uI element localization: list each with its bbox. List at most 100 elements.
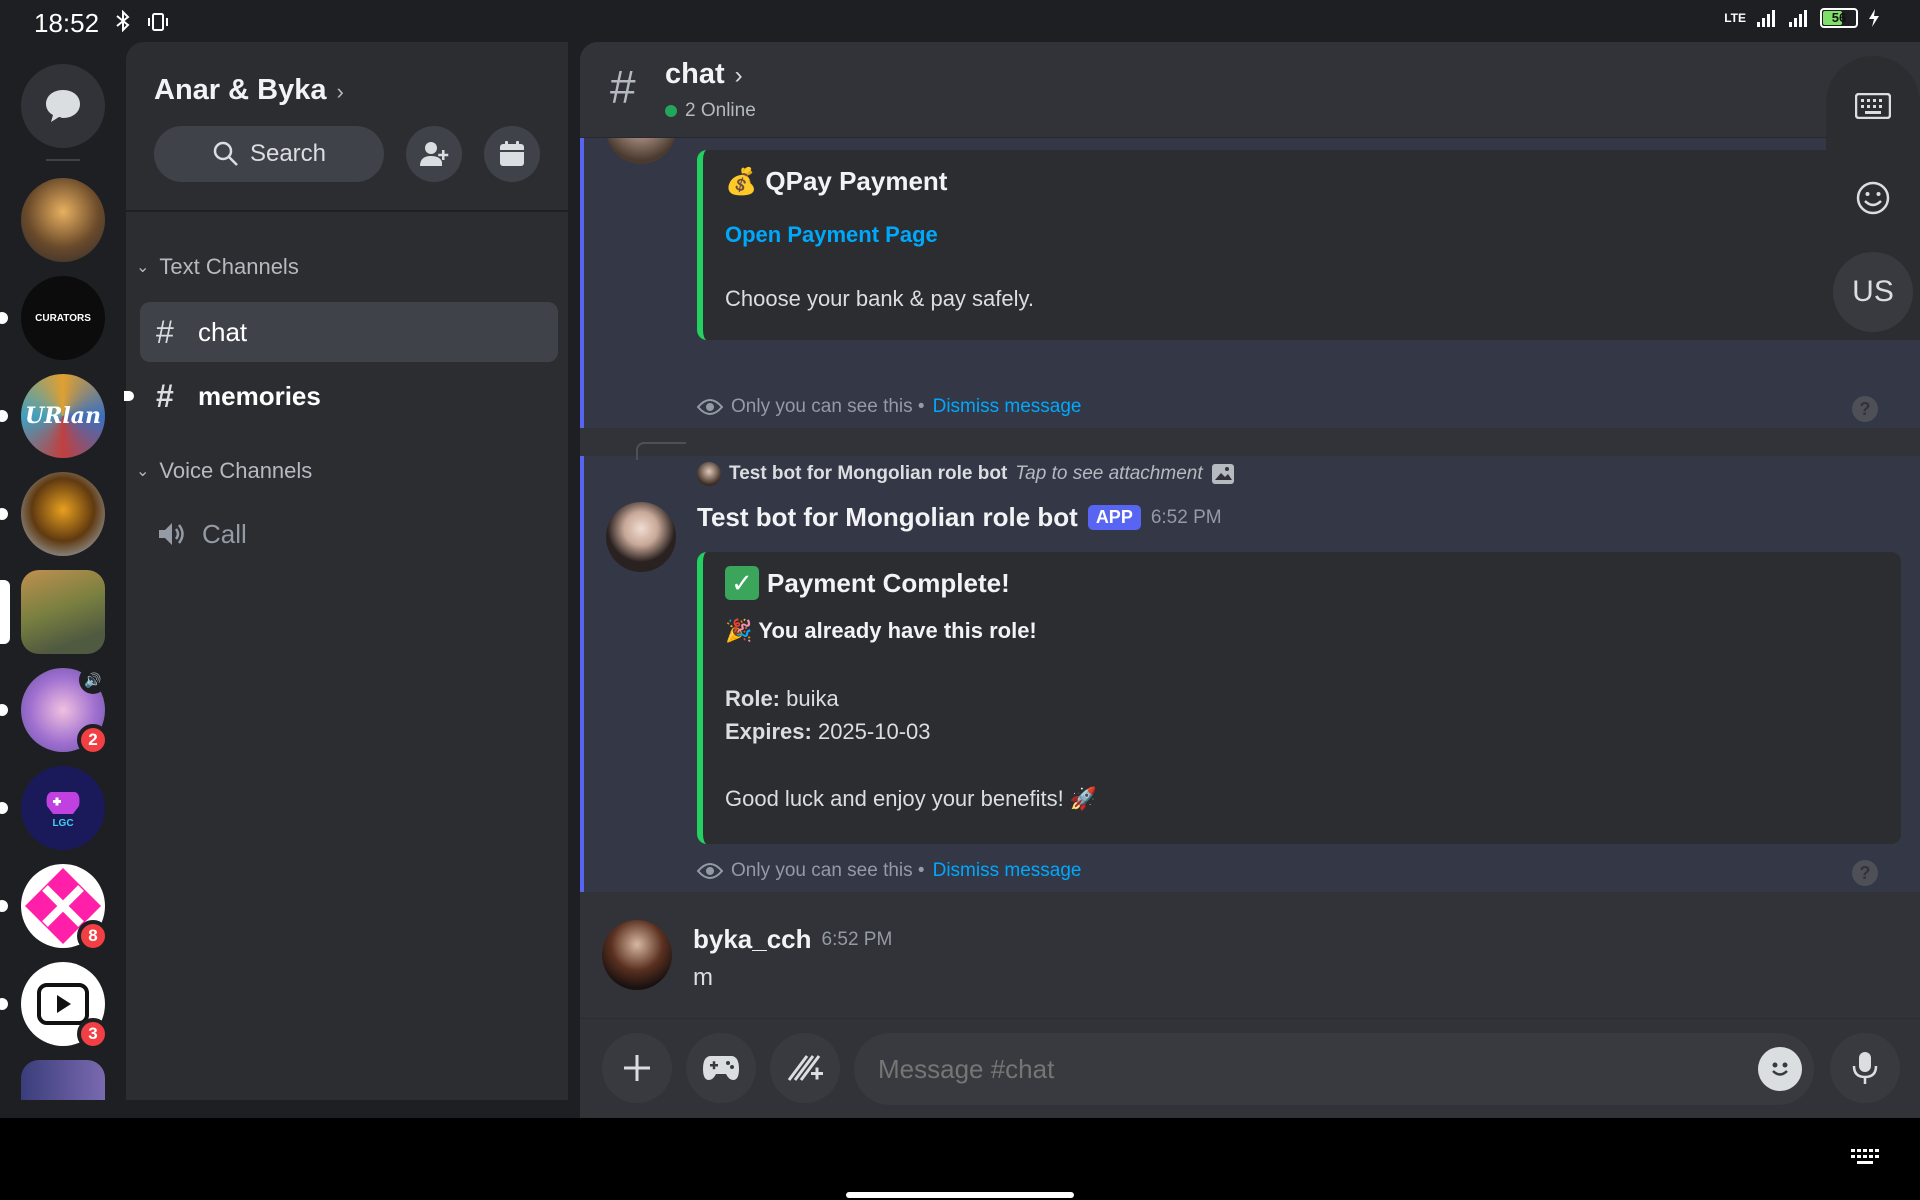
online-count: 2 Online [665, 100, 756, 122]
plus-icon [624, 1055, 650, 1081]
server-anime[interactable]: 🔊 2 [0, 666, 109, 756]
message-text: m [693, 964, 713, 991]
eye-icon [697, 863, 723, 879]
user-avatar[interactable] [602, 920, 672, 990]
mention-badge: 2 [77, 724, 109, 756]
timestamp: 6:52 PM [821, 928, 893, 950]
server-knight[interactable] [0, 472, 105, 556]
reply-avatar [697, 462, 721, 486]
server-pink[interactable]: 8 [0, 864, 109, 952]
category-text-channels[interactable]: ⌄ Text Channels [136, 254, 299, 280]
activities-button[interactable] [686, 1033, 756, 1103]
status-time: 18:52 [34, 8, 100, 38]
message-header: byka_cch 6:52 PM [693, 924, 892, 955]
emoji-button[interactable] [1758, 1047, 1802, 1091]
help-icon[interactable]: ? [1852, 396, 1878, 422]
only-you-notice: Only you can see this • Dismiss message [697, 860, 1081, 882]
charging-icon [1869, 9, 1879, 27]
bot-avatar[interactable] [606, 502, 676, 572]
direct-messages-button[interactable] [21, 64, 105, 148]
sidebar-divider [126, 210, 568, 212]
image-icon [1211, 464, 1234, 484]
chat-header[interactable]: # chat › 2 Online [580, 42, 1920, 138]
server-urlan-label: URlan [24, 403, 102, 429]
language-button[interactable]: US [1833, 252, 1913, 332]
embed-title: ✓ Payment Complete! [725, 566, 1010, 600]
guild-header[interactable]: Anar & Byka › [154, 74, 344, 107]
search-icon [213, 141, 238, 166]
server-lgc[interactable]: LGC [0, 766, 105, 850]
only-you-notice: Only you can see this • Dismiss message [697, 396, 1081, 418]
reply-text: Tap to see attachment [1015, 463, 1203, 484]
status-icons-left [114, 9, 170, 38]
smiley-icon [1772, 1062, 1788, 1076]
signal-icon-2 [1789, 10, 1807, 27]
channel-memories[interactable]: # memories [124, 366, 558, 426]
author-name[interactable]: byka_cch [693, 924, 812, 955]
server-house[interactable] [21, 178, 105, 262]
server-partial[interactable] [21, 1060, 105, 1100]
unread-pill [0, 900, 8, 912]
chevron-right-icon: › [734, 62, 743, 89]
guild-name: Anar & Byka [154, 74, 327, 106]
server-urlan[interactable]: URlan [0, 374, 105, 458]
author-name[interactable]: Test bot for Mongolian role bot [697, 502, 1078, 533]
status-bar: 18:52 LTE 56 [0, 0, 1920, 42]
help-icon[interactable]: ? [1852, 860, 1878, 886]
invite-members-button[interactable] [406, 126, 462, 182]
channel-call[interactable]: Call [140, 504, 558, 564]
category-voice-channels[interactable]: ⌄ Voice Channels [136, 458, 312, 484]
embed-subtitle: 🎉 You already have this role! [725, 618, 1037, 643]
chevron-down-icon: ⌄ [136, 259, 150, 276]
ephemeral-message-payment[interactable]: Test bot for Mongolian role bot Tap to s… [580, 456, 1920, 892]
unread-pill [0, 802, 8, 814]
microphone-icon [1852, 1052, 1878, 1084]
dismiss-message-link[interactable]: Dismiss message [933, 396, 1082, 418]
message-header: Test bot for Mongolian role bot APP 6:52… [697, 502, 1222, 533]
ephemeral-message-qpay[interactable]: 💰 QPay Payment Open Payment Page Choose y… [580, 94, 1920, 428]
timestamp: 6:52 PM [1150, 506, 1222, 528]
keyboard-switch-icon[interactable] [1850, 1148, 1880, 1166]
channel-title[interactable]: chat › [665, 58, 743, 91]
keyboard-icon [1855, 93, 1891, 119]
message-byka[interactable]: byka_cch 6:52 PM m [580, 914, 1920, 1004]
mention-badge: 8 [77, 920, 109, 952]
system-navigation-bar [0, 1118, 1920, 1200]
search-label: Search [249, 140, 327, 167]
rail-separator [46, 159, 80, 161]
channel-label: memories [198, 380, 321, 411]
dismiss-message-link[interactable]: Dismiss message [933, 860, 1082, 882]
hash-icon: # [156, 313, 174, 350]
server-rail: CURATORS URlan 🔊 2 LGC 8 3 [0, 42, 126, 1100]
embed-payment-complete: ✓ Payment Complete! 🎉 You already have thi… [697, 552, 1901, 844]
role-line: Role: buika [725, 686, 839, 711]
keyboard-button[interactable] [1833, 66, 1913, 146]
voice-message-button[interactable] [1830, 1033, 1900, 1103]
search-button[interactable]: Search [154, 126, 384, 182]
gamepad-icon [703, 1056, 739, 1080]
channel-label: chat [198, 316, 248, 347]
server-curators[interactable]: CURATORS [0, 276, 105, 360]
bluetooth-icon [116, 9, 130, 33]
category-label: Text Channels [159, 254, 299, 279]
server-lgc-label: LGC [52, 817, 74, 829]
emoji-panel-button[interactable] [1833, 158, 1913, 238]
unread-pill [0, 312, 8, 324]
reply-reference[interactable]: Test bot for Mongolian role bot Tap to s… [697, 462, 1235, 486]
message-input[interactable] [854, 1033, 1814, 1105]
app-tag: APP [1087, 505, 1141, 530]
add-attachment-button[interactable] [602, 1033, 672, 1103]
rocket-icon: 🚀 [1069, 786, 1098, 811]
server-gazebo[interactable] [0, 570, 105, 654]
embed-footer-text: Good luck and enjoy your benefits! 🚀 [725, 786, 1098, 811]
unread-indicator [124, 391, 134, 401]
server-video[interactable]: 3 [0, 962, 109, 1050]
embed-description: Choose your bank & pay safely. [725, 286, 1034, 311]
eye-icon [697, 399, 723, 415]
home-gesture-bar[interactable] [846, 1192, 1074, 1198]
open-payment-link[interactable]: Open Payment Page [725, 222, 938, 248]
apps-button[interactable] [770, 1033, 840, 1103]
unread-pill [0, 998, 8, 1010]
events-button[interactable] [484, 126, 540, 182]
channel-chat[interactable]: # chat [140, 302, 558, 362]
